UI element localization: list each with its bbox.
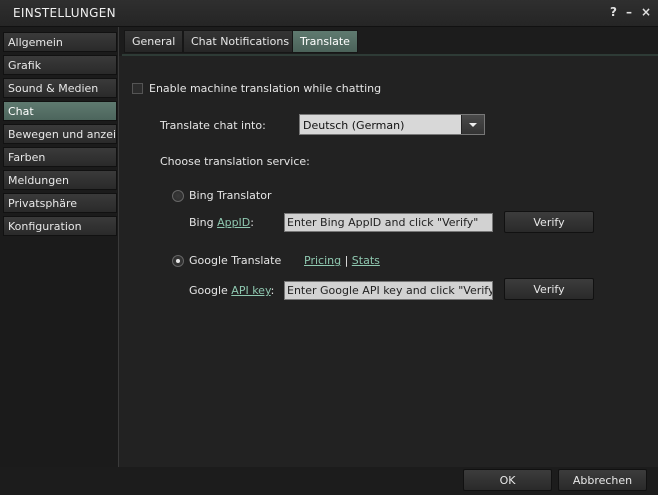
sidebar-item-bewegen[interactable]: Bewegen und anzeigen xyxy=(3,124,117,144)
choose-service-label: Choose translation service: xyxy=(160,155,310,168)
bing-prefix: Bing xyxy=(189,216,214,229)
links-separator: | xyxy=(344,254,349,267)
bing-radio[interactable] xyxy=(172,190,184,202)
sidebar-item-chat[interactable]: Chat xyxy=(3,101,117,121)
sidebar-item-allgemein[interactable]: Allgemein xyxy=(3,32,117,52)
tab-strip: General Chat Notifications Translate xyxy=(122,30,658,56)
sidebar: Allgemein Grafik Sound & Medien Chat Bew… xyxy=(0,27,119,467)
google-verify-button[interactable]: Verify xyxy=(504,278,594,300)
google-apikey-input[interactable]: Enter Google API key and click "Verify" xyxy=(284,281,493,300)
pricing-link[interactable]: Pricing xyxy=(304,254,341,267)
minimize-button[interactable]: – xyxy=(626,5,632,19)
google-colon: : xyxy=(270,284,275,297)
sidebar-item-farben[interactable]: Farben xyxy=(3,147,117,167)
bing-appid-input[interactable]: Enter Bing AppID and click "Verify" xyxy=(284,213,493,232)
sidebar-item-privatsphaere[interactable]: Privatsphäre xyxy=(3,193,117,213)
bing-appid-label: Bing AppID: xyxy=(189,216,254,229)
sidebar-item-konfiguration[interactable]: Konfiguration xyxy=(3,216,117,236)
enable-translation-label: Enable machine translation while chattin… xyxy=(149,82,382,95)
dropdown-arrow-button[interactable] xyxy=(461,115,484,134)
tab-translate[interactable]: Translate xyxy=(292,30,358,53)
bing-label: Bing Translator xyxy=(189,189,272,202)
bing-appid-link[interactable]: AppID xyxy=(217,216,250,229)
tab-general[interactable]: General xyxy=(124,30,184,53)
google-apikey-label: Google API key: xyxy=(189,284,274,297)
sidebar-item-sound-medien[interactable]: Sound & Medien xyxy=(3,78,117,98)
bing-colon: : xyxy=(250,216,254,229)
help-button[interactable]: ? xyxy=(610,5,617,19)
google-label: Google Translate xyxy=(189,254,282,267)
chevron-down-icon xyxy=(469,123,477,127)
sidebar-item-meldungen[interactable]: Meldungen xyxy=(3,170,117,190)
google-radio[interactable] xyxy=(172,255,184,267)
sidebar-item-grafik[interactable]: Grafik xyxy=(3,55,117,75)
bing-verify-button[interactable]: Verify xyxy=(504,211,594,233)
window-title: EINSTELLUNGEN xyxy=(13,6,116,20)
google-links: Pricing | Stats xyxy=(304,254,380,267)
enable-translation-checkbox[interactable] xyxy=(132,83,143,94)
cancel-button[interactable]: Abbrechen xyxy=(558,469,647,491)
google-prefix: Google xyxy=(189,284,228,297)
language-dropdown[interactable]: Deutsch (German) xyxy=(299,114,485,135)
ok-button[interactable]: OK xyxy=(463,469,552,491)
tab-chat-notifications[interactable]: Chat Notifications xyxy=(183,30,298,53)
translate-into-label: Translate chat into: xyxy=(160,119,266,132)
stats-link[interactable]: Stats xyxy=(352,254,380,267)
close-button[interactable]: × xyxy=(641,5,651,19)
google-apikey-link[interactable]: API key xyxy=(231,284,270,297)
language-selected-value: Deutsch (German) xyxy=(303,119,405,132)
